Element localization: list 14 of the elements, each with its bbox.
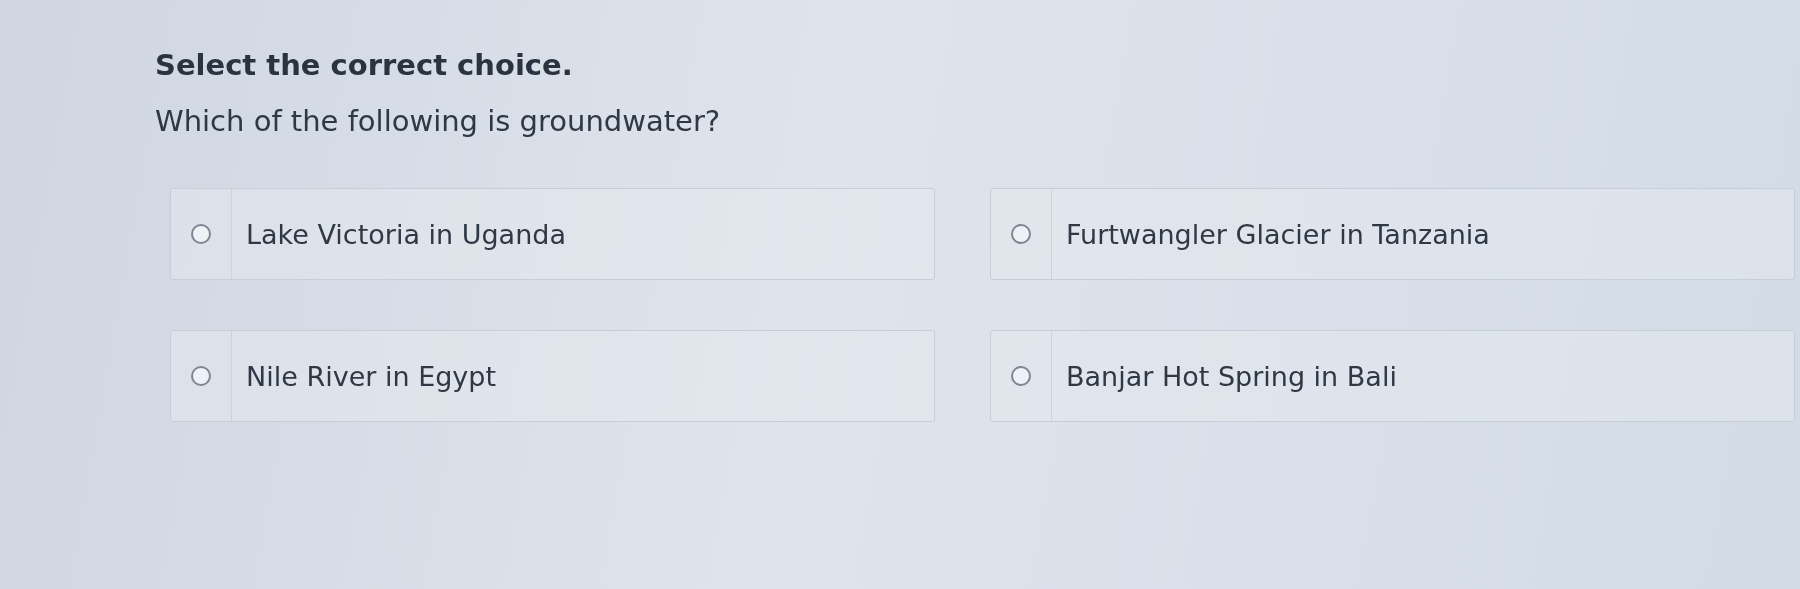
- question-text: Which of the following is groundwater?: [155, 104, 722, 138]
- answer-option[interactable]: Banjar Hot Spring in Bali: [990, 330, 1795, 422]
- answer-label: Banjar Hot Spring in Bali: [1066, 360, 1397, 392]
- radio-button[interactable]: [191, 366, 211, 386]
- instruction-text: Select the correct choice.: [155, 48, 574, 82]
- answer-label: Lake Victoria in Uganda: [246, 218, 566, 250]
- radio-button[interactable]: [1011, 366, 1031, 386]
- answer-label: Furtwangler Glacier in Tanzania: [1066, 218, 1490, 250]
- radio-button[interactable]: [191, 224, 211, 244]
- radio-button[interactable]: [1011, 224, 1031, 244]
- answer-option[interactable]: Lake Victoria in Uganda: [170, 188, 935, 280]
- answer-option[interactable]: Nile River in Egypt: [170, 330, 935, 422]
- answer-label: Nile River in Egypt: [246, 360, 497, 392]
- answer-option[interactable]: Furtwangler Glacier in Tanzania: [990, 188, 1795, 280]
